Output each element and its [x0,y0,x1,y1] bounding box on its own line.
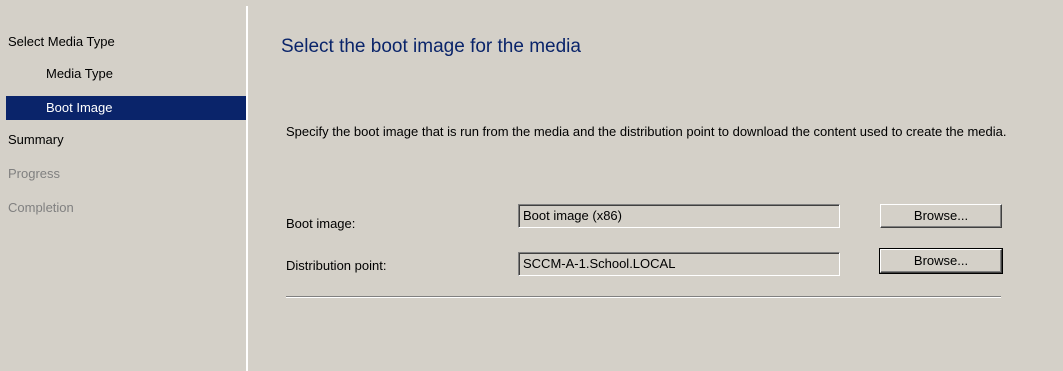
boot-image-browse-button[interactable]: Browse... [880,204,1002,228]
boot-image-field: Boot image (x86) [518,204,840,228]
step-progress: Progress [8,166,61,181]
distribution-point-browse-button[interactable]: Browse... [879,248,1003,274]
page-description: Specify the boot image that is run from … [286,124,1007,139]
step-summary: Summary [8,132,64,147]
distribution-point-field: SCCM-A-1.School.LOCAL [518,252,840,276]
content-separator [286,296,1001,298]
wizard-step-list: Select Media Type Media Type Boot Image … [6,6,246,371]
boot-image-label: Boot image: [286,216,356,231]
distribution-point-label: Distribution point: [286,258,387,273]
page-title: Select the boot image for the media [281,36,581,57]
step-select-media-type: Select Media Type [8,34,115,49]
wizard-content: Select the boot image for the media Spec… [248,6,1063,371]
step-boot-image: Boot Image [6,96,246,120]
step-media-type: Media Type [46,66,113,81]
step-completion: Completion [8,200,74,215]
